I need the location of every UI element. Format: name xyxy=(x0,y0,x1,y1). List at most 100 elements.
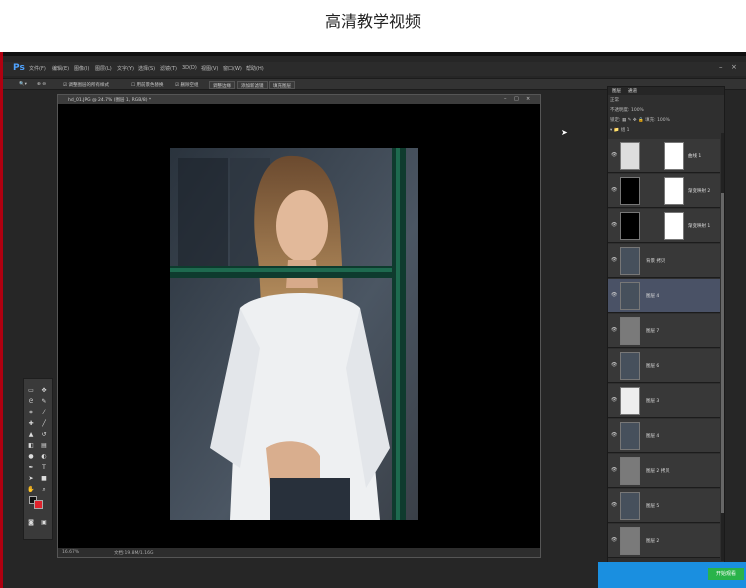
menu-window[interactable]: 窗口(W) xyxy=(223,65,242,72)
menu-3d[interactable]: 3D(D) xyxy=(182,65,197,71)
menu-help[interactable]: 帮助(H) xyxy=(246,65,264,72)
visibility-eye-icon[interactable]: 👁 xyxy=(611,362,617,368)
document-tab[interactable]: hd_01.JPG @ 24.7% (图层 1, RGB/8) * – □ × xyxy=(58,95,540,104)
brush-tool-icon[interactable]: ╱ xyxy=(40,420,48,427)
layer-row[interactable]: 👁 图层 3 xyxy=(608,384,720,418)
path-select-icon[interactable]: ➤ xyxy=(27,475,35,482)
blur-tool-icon[interactable]: ● xyxy=(27,453,35,460)
layer-name: 图层 4 xyxy=(646,434,660,439)
shape-tool-icon[interactable]: ■ xyxy=(40,475,48,482)
visibility-eye-icon[interactable]: 👁 xyxy=(611,432,617,438)
background-color-swatch[interactable] xyxy=(34,500,43,509)
healing-tool-icon[interactable]: ✚ xyxy=(27,420,35,427)
doc-maximize-icon[interactable]: □ xyxy=(514,96,519,102)
type-tool-icon[interactable]: T xyxy=(40,464,48,471)
video-player[interactable]: Ps 文件(F) 编辑(E) 图像(I) 图层(L) 文字(Y) 选择(S) 滤… xyxy=(0,52,746,588)
layer-name: 曲线 1 xyxy=(688,154,702,159)
opacity-value[interactable]: 100% xyxy=(631,108,644,113)
portrait-image xyxy=(170,148,418,520)
screen-mode-icon[interactable]: ▣ xyxy=(40,519,48,526)
gradient-tool-icon[interactable]: ▤ xyxy=(40,442,48,449)
doc-close-icon[interactable]: × xyxy=(526,96,530,102)
layer-row[interactable]: 👁 背景 拷贝 xyxy=(608,244,720,278)
menu-file[interactable]: 文件(F) xyxy=(29,65,46,72)
stamp-tool-icon[interactable]: ▲ xyxy=(27,431,35,438)
dodge-tool-icon[interactable]: ◐ xyxy=(40,453,48,460)
doc-minimize-icon[interactable]: – xyxy=(504,96,507,102)
tab-channels[interactable]: 通道 xyxy=(628,88,637,94)
layer-row[interactable]: 👁 曲线 1 xyxy=(608,139,720,173)
menu-image[interactable]: 图像(I) xyxy=(74,65,89,72)
visibility-eye-icon[interactable]: 👁 xyxy=(611,502,617,508)
mouse-cursor-icon: ➤ xyxy=(561,128,568,137)
zoom-tool-icon[interactable]: ⌕ xyxy=(40,486,48,493)
close-icon[interactable]: × xyxy=(731,63,737,71)
visibility-eye-icon[interactable]: 👁 xyxy=(611,257,617,263)
visibility-eye-icon[interactable]: 👁 xyxy=(611,292,617,298)
layer-row[interactable]: 👁 图层 7 xyxy=(608,314,720,348)
visibility-eye-icon[interactable]: 👁 xyxy=(611,187,617,193)
layer-row[interactable]: 👁 渐变映射 1 xyxy=(608,209,720,243)
menu-select[interactable]: 选择(S) xyxy=(138,65,155,72)
eraser-tool-icon[interactable]: ◧ xyxy=(27,442,35,449)
layer-row[interactable]: 👁 图层 4 xyxy=(608,419,720,453)
toolbox: ▭ ✥ ᘓ ✎ ⌗ ⁄ ✚ ╱ ▲ ↺ ◧ ▤ ● ◐ ✒ T ➤ ■ ✋ ⌕ … xyxy=(23,378,53,540)
visibility-eye-icon[interactable]: 👁 xyxy=(611,152,617,158)
layer-mask-thumbnail[interactable] xyxy=(664,142,684,170)
opacity-label: 不透明度: xyxy=(610,108,630,113)
group-row[interactable]: ▾ 📁 组 1 xyxy=(610,127,630,135)
visibility-eye-icon[interactable]: 👁 xyxy=(611,222,617,228)
layer-row[interactable]: 👁 图层 6 xyxy=(608,349,720,383)
tab-layers[interactable]: 图层 xyxy=(612,88,621,94)
crop-tool-icon[interactable]: ⌗ xyxy=(27,409,35,416)
layers-scrollbar[interactable] xyxy=(721,133,724,561)
layer-thumbnail xyxy=(620,457,640,485)
menu-view[interactable]: 视图(V) xyxy=(201,65,218,72)
pen-tool-icon[interactable]: ✒ xyxy=(27,464,35,471)
menu-layer[interactable]: 图层(L) xyxy=(95,65,112,72)
zoom-level[interactable]: 16.67% xyxy=(62,550,79,555)
quick-select-icon[interactable]: ✎ xyxy=(40,398,48,405)
group-name: 组 1 xyxy=(620,128,630,133)
menu-filter[interactable]: 滤镜(T) xyxy=(160,65,177,72)
layer-row[interactable]: 👁 图层 2 拷贝 xyxy=(608,454,720,488)
visibility-eye-icon[interactable]: 👁 xyxy=(611,327,617,333)
option-check-3[interactable]: ☑ 删除空组 xyxy=(175,82,198,88)
layer-name: 图层 5 xyxy=(646,504,660,509)
add-filter-button[interactable]: 添加新滤镜 xyxy=(237,81,268,89)
hand-tool-icon[interactable]: ✋ xyxy=(27,486,35,493)
lock-icons[interactable]: ▦ ✎ ✥ 🔒 xyxy=(622,118,645,123)
layer-thumbnail xyxy=(620,352,640,380)
visibility-eye-icon[interactable]: 👁 xyxy=(611,537,617,543)
option-check-2[interactable]: ☐ 用前景色替换 xyxy=(131,82,163,88)
layer-row[interactable]: 👁 图层 4 xyxy=(608,279,720,313)
move-tool-icon[interactable]: ✥ xyxy=(40,387,48,394)
lasso-tool-icon[interactable]: ᘓ xyxy=(27,398,35,405)
menu-type[interactable]: 文字(Y) xyxy=(117,65,134,72)
canvas[interactable] xyxy=(58,104,540,548)
layer-row[interactable]: 👁 渐变映射 2 xyxy=(608,174,720,208)
layer-thumbnail xyxy=(620,142,640,170)
fill-value[interactable]: 100% xyxy=(657,118,670,123)
refine-edge-button[interactable]: 调整边缘 xyxy=(209,81,235,89)
layer-row[interactable]: 👁 图层 5 xyxy=(608,489,720,523)
layer-mask-thumbnail[interactable] xyxy=(664,177,684,205)
doc-size: 文档:19.8M/1.16G xyxy=(114,551,154,556)
minimize-icon[interactable]: – xyxy=(719,63,723,71)
menu-edit[interactable]: 编辑(E) xyxy=(52,65,69,72)
eyedropper-icon[interactable]: ⁄ xyxy=(40,409,48,416)
zoom-in-icon[interactable]: ⊕ ⊖ xyxy=(37,82,46,87)
blend-mode-select[interactable]: 正常 xyxy=(610,98,619,103)
watch-button[interactable]: 开始观看 xyxy=(708,568,744,580)
marquee-tool-icon[interactable]: ▭ xyxy=(27,387,35,394)
quick-mask-icon[interactable]: ◙ xyxy=(27,519,35,526)
portrait-photo xyxy=(170,148,418,520)
visibility-eye-icon[interactable]: 👁 xyxy=(611,467,617,473)
zoom-tool-icon[interactable]: 🔍▾ xyxy=(19,82,27,87)
history-brush-icon[interactable]: ↺ xyxy=(40,431,48,438)
fill-layer-button[interactable]: 填充图层 xyxy=(269,81,295,89)
layer-row[interactable]: 👁 图层 2 xyxy=(608,524,720,558)
layer-mask-thumbnail[interactable] xyxy=(664,212,684,240)
option-check-1[interactable]: ☑ 调整图层的所有样式 xyxy=(63,82,109,88)
visibility-eye-icon[interactable]: 👁 xyxy=(611,397,617,403)
